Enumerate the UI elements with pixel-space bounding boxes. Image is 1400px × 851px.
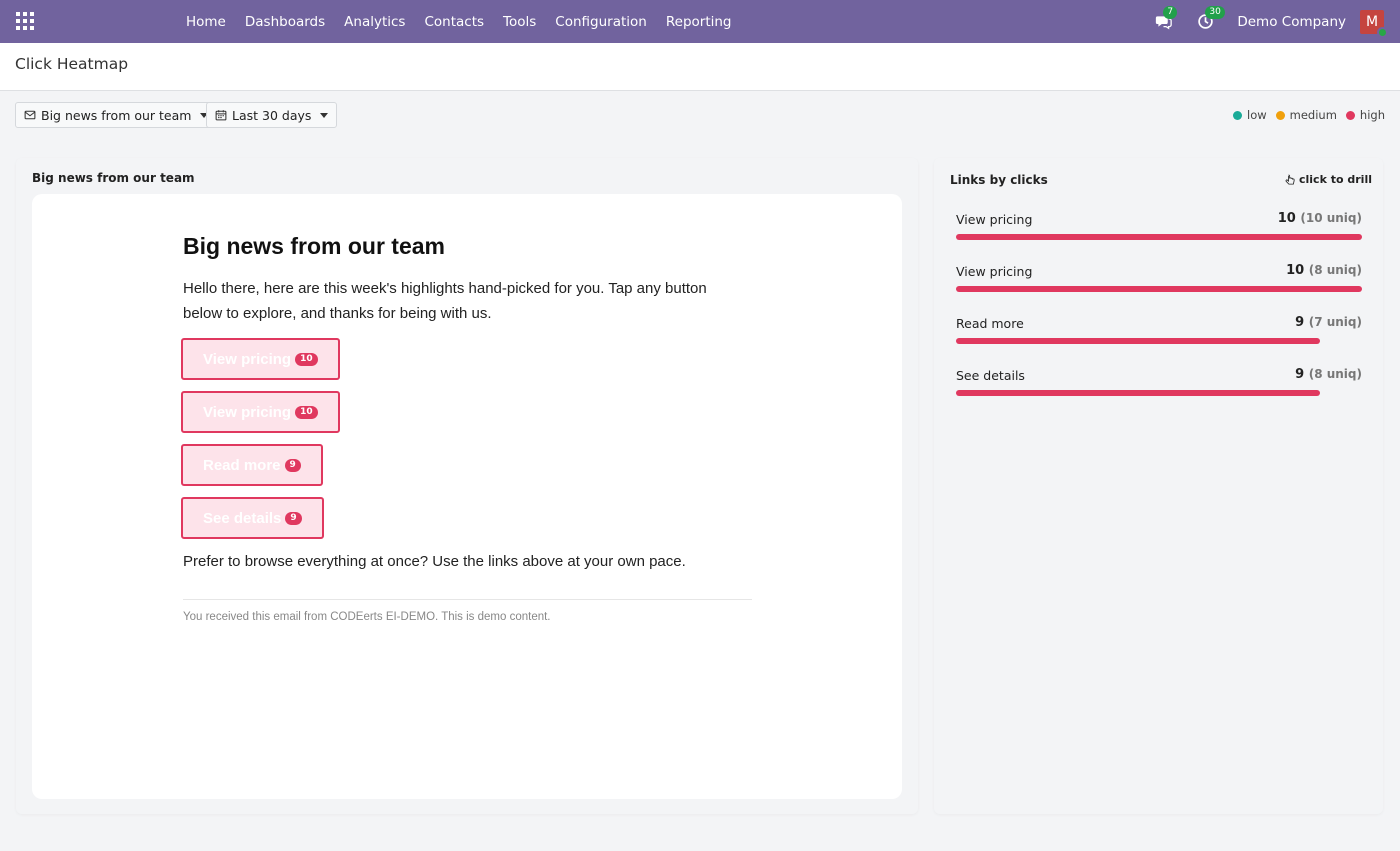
preview-heading: Big news from our team	[32, 171, 195, 185]
activities-button[interactable]: 30	[1195, 5, 1225, 32]
link-row[interactable]: View pricing 10 (8 uniq)	[956, 263, 1362, 304]
mailing-filter-dropdown[interactable]: Big news from our team	[15, 102, 218, 128]
cta-label: View pricing	[203, 403, 292, 421]
envelope-icon	[24, 110, 36, 120]
click-bar-fill	[956, 286, 1362, 292]
legend-label-low: low	[1247, 108, 1267, 122]
legend-label-medium: medium	[1289, 108, 1337, 122]
click-bar-fill	[956, 338, 1320, 344]
menu-item-tools[interactable]: Tools	[503, 14, 536, 30]
cta-label: Read more	[203, 456, 281, 474]
link-row[interactable]: View pricing 10 (10 uniq)	[956, 211, 1362, 252]
link-clicks-value: 10	[1286, 263, 1305, 278]
main-menu: Home Dashboards Analytics Contacts Tools…	[186, 0, 751, 43]
email-cta-view-pricing-2[interactable]: View pricing 10	[181, 391, 340, 433]
legend-dot-low	[1233, 110, 1243, 120]
link-unique-count: (10 uniq)	[1300, 211, 1362, 225]
calendar-icon	[215, 110, 227, 121]
legend-item-high: high	[1345, 108, 1385, 122]
top-navbar: Home Dashboards Analytics Contacts Tools…	[0, 0, 1400, 43]
heat-legend: low medium high	[1224, 108, 1385, 122]
click-bar-fill	[956, 234, 1362, 240]
link-unique-count: (7 uniq)	[1308, 315, 1362, 329]
click-bar-track	[956, 390, 1362, 396]
menu-item-contacts[interactable]: Contacts	[424, 14, 484, 30]
email-title: Big news from our team	[183, 233, 445, 259]
link-row[interactable]: See details 9 (8 uniq)	[956, 367, 1362, 408]
email-divider	[183, 599, 752, 600]
apps-grid-icon[interactable]	[16, 12, 34, 30]
click-to-drill-hint[interactable]: click to drill	[1284, 173, 1372, 186]
legend-dot-high	[1345, 110, 1355, 120]
click-count-badge: 9	[285, 511, 302, 525]
menu-item-home[interactable]: Home	[186, 14, 226, 30]
menu-item-analytics[interactable]: Analytics	[344, 14, 405, 30]
legend-dot-medium	[1275, 110, 1285, 120]
period-filter-label: Last 30 days	[232, 107, 312, 123]
user-avatar[interactable]: M	[1360, 9, 1388, 38]
click-count-badge: 9	[284, 458, 301, 472]
systray: 7 30 Demo Company M	[1153, 0, 1388, 43]
caret-down-icon	[320, 112, 329, 118]
page-title: Click Heatmap	[15, 55, 129, 73]
link-clicks-value: 9	[1295, 367, 1305, 382]
drill-label: click to drill	[1299, 173, 1372, 186]
link-row[interactable]: Read more 9 (7 uniq)	[956, 315, 1362, 356]
legend-item-low: low	[1233, 108, 1267, 122]
link-click-count: 9 (7 uniq)	[1295, 315, 1362, 330]
click-bar-fill	[956, 390, 1320, 396]
link-click-count: 10 (8 uniq)	[1286, 263, 1362, 278]
mailing-filter-label: Big news from our team	[41, 107, 192, 123]
legend-label-high: high	[1359, 108, 1385, 122]
link-click-count: 10 (10 uniq)	[1278, 211, 1362, 226]
cta-label: See details	[203, 509, 282, 527]
legend-item-medium: medium	[1275, 108, 1337, 122]
links-by-clicks-panel	[934, 158, 1383, 814]
link-label: View pricing	[956, 212, 1033, 227]
click-bar-track	[956, 286, 1362, 292]
click-bar-track	[956, 234, 1362, 240]
messages-button[interactable]: 7	[1153, 5, 1178, 32]
control-panel: Click Heatmap	[0, 43, 1400, 91]
email-footer-text: You received this email from CODEerts EI…	[183, 611, 551, 623]
menu-item-reporting[interactable]: Reporting	[666, 14, 732, 30]
links-panel-heading: Links by clicks	[950, 173, 1048, 187]
online-status-dot	[1377, 26, 1388, 38]
link-click-count: 9 (8 uniq)	[1295, 367, 1362, 382]
email-cta-read-more[interactable]: Read more 9	[181, 444, 323, 486]
click-count-badge: 10	[295, 405, 318, 419]
pointer-hand-icon	[1285, 174, 1295, 185]
cta-label: View pricing	[203, 350, 292, 368]
menu-item-dashboards[interactable]: Dashboards	[245, 14, 325, 30]
link-label: Read more	[956, 316, 1024, 331]
link-clicks-value: 10	[1277, 211, 1296, 226]
link-unique-count: (8 uniq)	[1308, 367, 1362, 381]
activities-count-badge: 30	[1205, 5, 1225, 19]
company-switcher[interactable]: Demo Company	[1237, 14, 1346, 30]
email-outro-text: Prefer to browse everything at once? Use…	[183, 553, 686, 570]
email-cta-see-details[interactable]: See details 9	[181, 497, 324, 539]
email-intro-text: Hello there, here are this week's highli…	[183, 280, 707, 322]
messages-count-badge: 7	[1163, 5, 1178, 19]
click-bar-track	[956, 338, 1362, 344]
period-filter-dropdown[interactable]: Last 30 days	[206, 102, 338, 128]
email-cta-view-pricing-1[interactable]: View pricing 10	[181, 338, 340, 380]
avatar-initial: M	[1365, 13, 1379, 30]
menu-item-configuration[interactable]: Configuration	[555, 14, 647, 30]
link-label: View pricing	[956, 264, 1033, 279]
link-label: See details	[956, 368, 1025, 383]
link-clicks-value: 9	[1295, 315, 1305, 330]
link-unique-count: (8 uniq)	[1308, 263, 1362, 277]
click-count-badge: 10	[295, 352, 318, 366]
